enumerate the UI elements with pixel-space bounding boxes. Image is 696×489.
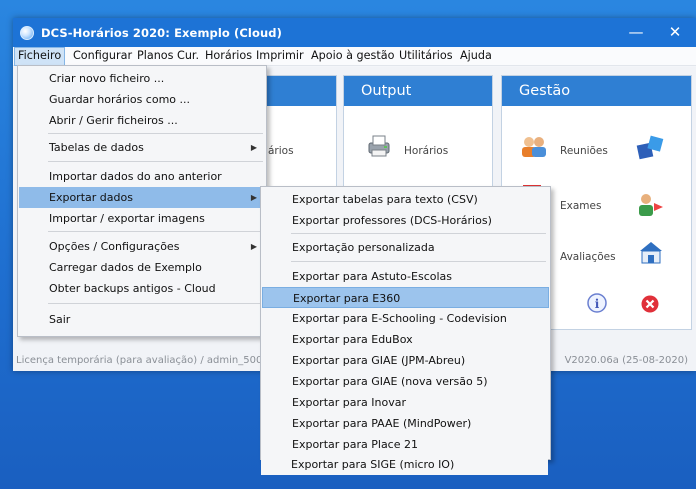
menu-item-label: Tabelas de dados <box>49 141 144 154</box>
app-globe-icon <box>20 26 34 40</box>
exportar-dados-submenu: Exportar tabelas para texto (CSV) Export… <box>260 186 551 460</box>
panel-gestao-title: Gestão <box>502 76 691 106</box>
menu-ficheiro[interactable]: Ficheiro <box>14 47 66 66</box>
menu-configurar[interactable]: Configurar <box>70 47 135 66</box>
title-bar[interactable]: DCS-Horários 2020: Exemplo (Cloud) — ✕ <box>13 18 696 47</box>
menu-item-exportar-dados[interactable]: Exportar dados ▶ <box>19 187 265 208</box>
menu-item-importar-exportar-imagens[interactable]: Importar / exportar imagens <box>19 208 265 229</box>
school-house-icon[interactable] <box>638 240 664 267</box>
window-title: DCS-Horários 2020: Exemplo (Cloud) <box>41 26 282 40</box>
gestao-item-reunioes[interactable]: Reuniões <box>560 145 608 157</box>
panel-output-title: Output <box>344 76 492 106</box>
menu-imprimir[interactable]: Imprimir <box>253 47 307 66</box>
export-item-csv[interactable]: Exportar tabelas para texto (CSV) <box>262 189 549 210</box>
license-status: Licença temporária (para avaliação) / ad… <box>16 355 269 366</box>
meeting-people-icon[interactable] <box>520 135 548 160</box>
menu-item-label: Opções / Configurações <box>49 240 180 253</box>
export-item-e360[interactable]: Exportar para E360 <box>262 287 549 308</box>
close-button[interactable]: ✕ <box>661 22 689 42</box>
menu-utilitarios[interactable]: Utilitários <box>396 47 456 66</box>
export-item-paae[interactable]: Exportar para PAAE (MindPower) <box>262 413 549 434</box>
export-item-place21[interactable]: Exportar para Place 21 <box>262 434 549 455</box>
export-item-giae-v5[interactable]: Exportar para GIAE (nova versão 5) <box>262 371 549 392</box>
export-item-edubox[interactable]: Exportar para EduBox <box>262 329 549 350</box>
menu-separator <box>291 261 546 262</box>
menu-planos-cur[interactable]: Planos Cur. <box>134 47 202 66</box>
output-item-horarios[interactable]: Horários <box>404 145 448 157</box>
export-item-professores[interactable]: Exportar professores (DCS-Horários) <box>262 210 549 231</box>
menu-ajuda[interactable]: Ajuda <box>457 47 495 66</box>
menu-separator <box>48 133 263 134</box>
menu-item-abrir-gerir[interactable]: Abrir / Gerir ficheiros ... <box>19 110 265 131</box>
export-item-giae-jpm[interactable]: Exportar para GIAE (JPM-Abreu) <box>262 350 549 371</box>
menu-item-guardar-como[interactable]: Guardar horários como ... <box>19 89 265 110</box>
export-item-personalizada[interactable]: Exportação personalizada <box>262 237 549 258</box>
exit-icon[interactable] <box>640 294 660 317</box>
menu-separator <box>291 233 546 234</box>
printer-icon[interactable] <box>366 134 392 161</box>
menu-item-tabelas-dados[interactable]: Tabelas de dados ▶ <box>19 137 265 158</box>
menu-horarios[interactable]: Horários <box>202 47 255 66</box>
info-icon[interactable]: i <box>586 292 608 317</box>
menu-separator <box>48 231 263 232</box>
minimize-button[interactable]: — <box>622 22 650 42</box>
menu-item-label: Exportar dados <box>49 191 133 204</box>
menu-item-importar-ano-anterior[interactable]: Importar dados do ano anterior <box>19 166 265 187</box>
menu-bar: Ficheiro Configurar Planos Cur. Horários… <box>13 47 696 66</box>
ficheiro-menu: Criar novo ficheiro ... Guardar horários… <box>17 65 267 337</box>
svg-text:i: i <box>595 297 600 311</box>
presenter-icon[interactable] <box>636 192 664 221</box>
menu-apoio-gestao[interactable]: Apoio à gestão <box>308 47 397 66</box>
menu-item-carregar-exemplo[interactable]: Carregar dados de Exemplo <box>19 257 265 278</box>
version-label: V2020.06a (25-08-2020) <box>564 355 688 366</box>
export-item-astuto[interactable]: Exportar para Astuto-Escolas <box>262 266 549 287</box>
menu-item-opcoes-configuracoes[interactable]: Opções / Configurações ▶ <box>19 236 265 257</box>
gestao-item-exames[interactable]: Exames <box>560 200 601 212</box>
menu-item-obter-backups[interactable]: Obter backups antigos - Cloud <box>19 278 265 299</box>
menu-separator <box>48 161 263 162</box>
export-item-eschooling[interactable]: Exportar para E-Schooling - Codevision <box>262 308 549 329</box>
export-item-inovar[interactable]: Exportar para Inovar <box>262 392 549 413</box>
panel-left-item[interactable]: ários <box>268 145 294 157</box>
export-item-sige-label[interactable]: Exportar para SIGE (micro IO) <box>261 454 548 475</box>
submenu-arrow-icon: ▶ <box>250 143 257 152</box>
menu-separator <box>48 303 263 304</box>
menu-item-sair[interactable]: Sair <box>19 309 265 330</box>
cubes-icon[interactable] <box>636 134 664 163</box>
menu-item-criar-novo[interactable]: Criar novo ficheiro ... <box>19 68 265 89</box>
gestao-item-avaliacoes[interactable]: Avaliações <box>560 251 616 263</box>
submenu-arrow-icon: ▶ <box>250 193 257 202</box>
submenu-arrow-icon: ▶ <box>250 242 257 251</box>
